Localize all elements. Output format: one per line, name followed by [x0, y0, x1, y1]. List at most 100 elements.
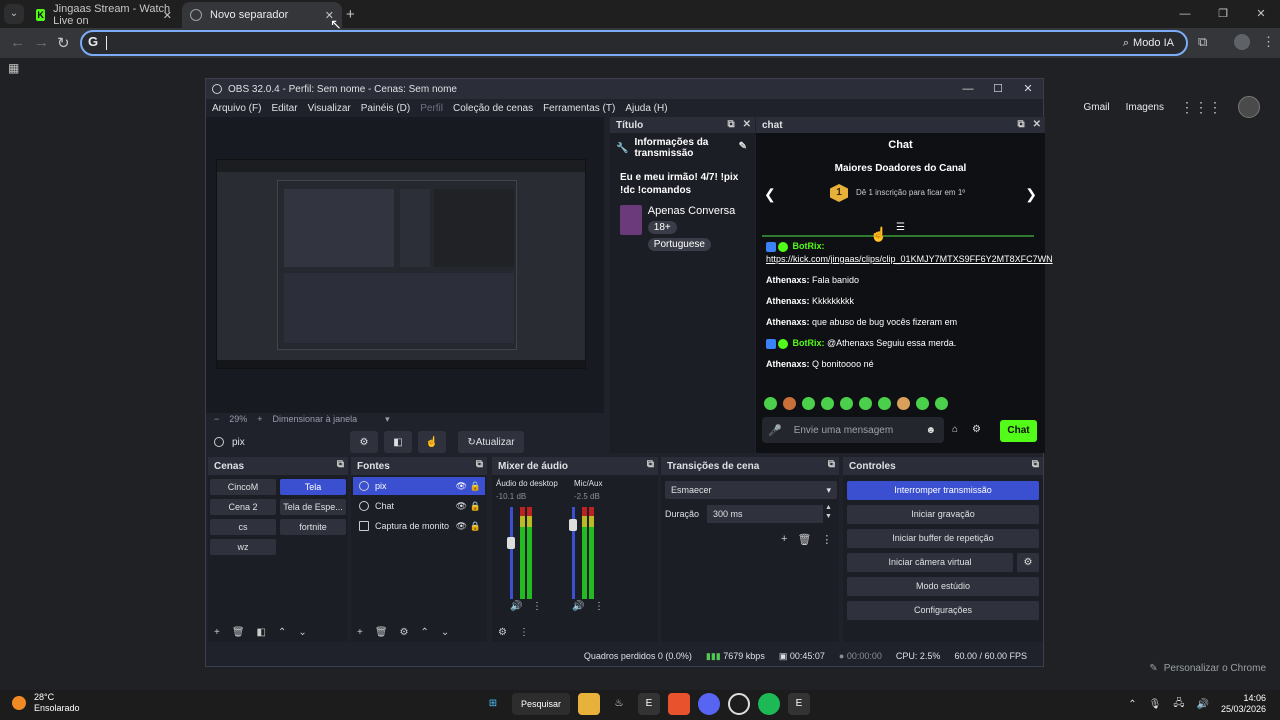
- back-arrow-icon[interactable]: ←: [10, 34, 25, 51]
- maximize-button[interactable]: ☐: [983, 79, 1013, 99]
- scene-item-active[interactable]: Tela: [280, 479, 346, 495]
- store-icon[interactable]: ⌂: [952, 424, 958, 435]
- float-icon[interactable]: ⧉: [1017, 117, 1024, 133]
- more-icon[interactable]: ⋮: [519, 627, 529, 638]
- volume-fader[interactable]: [510, 507, 513, 599]
- customize-chrome-button[interactable]: ✎ Personalizar o Chrome: [1149, 658, 1266, 678]
- menu-perfil[interactable]: Perfil: [420, 103, 443, 114]
- emote-icon[interactable]: [897, 397, 910, 410]
- emote-icon[interactable]: [859, 397, 872, 410]
- discord-icon[interactable]: [698, 693, 720, 715]
- spotify-icon[interactable]: [758, 693, 780, 715]
- add-icon[interactable]: +: [214, 627, 220, 638]
- scene-item[interactable]: cs: [210, 519, 276, 535]
- replay-buffer-button[interactable]: Iniciar buffer de repetição: [847, 529, 1039, 548]
- chat-username[interactable]: BotRix:: [793, 241, 825, 251]
- float-icon[interactable]: ⧉: [727, 117, 734, 133]
- close-window-button[interactable]: ✕: [1242, 0, 1280, 28]
- gear-icon[interactable]: ⚙: [400, 627, 409, 638]
- transition-select[interactable]: Esmaecer ▾: [665, 481, 837, 499]
- more-menu-icon[interactable]: ⋮: [1262, 34, 1275, 50]
- lock-icon[interactable]: 🔒: [470, 521, 481, 532]
- source-item[interactable]: pix 👁 🔒: [353, 477, 485, 495]
- zoom-out-button[interactable]: −: [214, 414, 219, 424]
- interact-icon[interactable]: ☝: [418, 431, 446, 453]
- clip-link[interactable]: https://kick.com/jingaas/clips/clip_01KM…: [766, 254, 1053, 264]
- menu-editar[interactable]: Editar: [271, 103, 297, 114]
- ai-mode-button[interactable]: ⌕ Modo IA: [1123, 34, 1174, 52]
- menu-visualizar[interactable]: Visualizar: [308, 103, 351, 114]
- weather-widget[interactable]: 28°C Ensolarado: [12, 692, 80, 714]
- close-icon[interactable]: ✕: [163, 9, 172, 22]
- emoji-icon[interactable]: ☻: [925, 425, 936, 436]
- epic-games-icon[interactable]: E: [638, 693, 660, 715]
- trash-icon[interactable]: 🗑: [232, 627, 245, 638]
- new-tab-button[interactable]: +: [346, 6, 355, 23]
- chevron-up-icon[interactable]: ⌃: [421, 627, 429, 638]
- chevron-right-icon[interactable]: ❯: [1025, 186, 1037, 203]
- gmail-link[interactable]: Gmail: [1084, 102, 1110, 113]
- close-icon[interactable]: ✕: [1033, 117, 1041, 133]
- steam-icon[interactable]: ♨: [608, 693, 630, 715]
- source-item[interactable]: Captura de monito 👁 🔒: [353, 517, 485, 535]
- chat-username[interactable]: BotRix:: [793, 338, 825, 348]
- epic-launcher-icon[interactable]: E: [788, 693, 810, 715]
- chevron-up-icon[interactable]: ▲: [825, 503, 832, 512]
- studio-mode-button[interactable]: Modo estúdio: [847, 577, 1039, 596]
- tab-search-button[interactable]: ⌄: [4, 4, 24, 24]
- close-window-button[interactable]: ✕: [1013, 79, 1043, 99]
- start-recording-button[interactable]: Iniciar gravação: [847, 505, 1039, 524]
- fit-to-window[interactable]: Dimensionar à janela: [273, 414, 358, 424]
- account-avatar[interactable]: [1238, 96, 1260, 118]
- chevron-down-icon[interactable]: ▼: [825, 512, 832, 521]
- trash-icon[interactable]: 🗑: [797, 533, 811, 546]
- emote-icon[interactable]: [764, 397, 777, 410]
- profile-avatar[interactable]: [1234, 34, 1250, 50]
- gear-icon[interactable]: ⚙: [498, 627, 507, 638]
- extensions-icon[interactable]: ⧉: [1198, 34, 1207, 50]
- menu-ajuda[interactable]: Ajuda (H): [625, 103, 667, 114]
- minimize-button[interactable]: —: [1166, 0, 1204, 28]
- float-icon[interactable]: ⧉: [647, 457, 654, 473]
- menu-ferramentas[interactable]: Ferramentas (T): [543, 103, 615, 114]
- scene-item[interactable]: Cena 2: [210, 499, 276, 515]
- tab-new[interactable]: Novo separador ✕: [182, 2, 342, 28]
- close-icon[interactable]: ✕: [743, 117, 751, 133]
- chevron-down-icon[interactable]: ⌄: [441, 627, 449, 638]
- trash-icon[interactable]: 🗑: [375, 627, 388, 638]
- network-icon[interactable]: 🖧: [1173, 696, 1184, 713]
- microphone-icon[interactable]: 🎙: [1149, 699, 1162, 710]
- brave-icon[interactable]: [668, 693, 690, 715]
- edit-icon[interactable]: ✎: [739, 141, 747, 152]
- chevron-up-icon[interactable]: ⌃: [278, 627, 286, 638]
- more-icon[interactable]: ⋮: [821, 533, 832, 546]
- chevron-down-icon[interactable]: ⌄: [298, 627, 306, 638]
- menu-paineis[interactable]: Painéis (D): [361, 103, 410, 114]
- speaker-icon[interactable]: 🔊: [1197, 699, 1209, 710]
- chevron-up-icon[interactable]: ⌃: [1128, 699, 1136, 710]
- duration-stepper[interactable]: ▲ ▼: [825, 503, 832, 521]
- filters-icon[interactable]: ◧: [257, 627, 266, 638]
- chat-username[interactable]: Athenaxs:: [766, 275, 810, 285]
- forward-arrow-icon[interactable]: →: [34, 34, 49, 51]
- address-bar[interactable]: G ⌕ Modo IA: [80, 30, 1188, 56]
- refresh-button[interactable]: ↻ Atualizar: [458, 431, 524, 453]
- float-icon[interactable]: ⧉: [1032, 457, 1039, 473]
- url-input[interactable]: [112, 34, 1012, 52]
- emote-icon[interactable]: [878, 397, 891, 410]
- chat-send-button[interactable]: Chat: [1000, 420, 1037, 442]
- emote-icon[interactable]: [802, 397, 815, 410]
- speaker-icon[interactable]: 🔊: [572, 601, 584, 612]
- zoom-in-button[interactable]: +: [257, 414, 262, 424]
- windows-start-icon[interactable]: ⊞: [482, 693, 504, 715]
- float-icon[interactable]: ⧉: [828, 457, 835, 473]
- taskbar-search[interactable]: Pesquisar: [512, 693, 570, 715]
- speaker-icon[interactable]: 🔊: [510, 601, 522, 612]
- apps-shortcut-icon[interactable]: ▦: [8, 61, 19, 75]
- emote-icon[interactable]: [935, 397, 948, 410]
- float-icon[interactable]: ⧉: [476, 457, 483, 473]
- virtual-camera-button[interactable]: Iniciar câmera virtual: [847, 553, 1013, 572]
- emote-icon[interactable]: [821, 397, 834, 410]
- chat-username[interactable]: Athenaxs:: [766, 317, 810, 327]
- scene-item[interactable]: CincoM: [210, 479, 276, 495]
